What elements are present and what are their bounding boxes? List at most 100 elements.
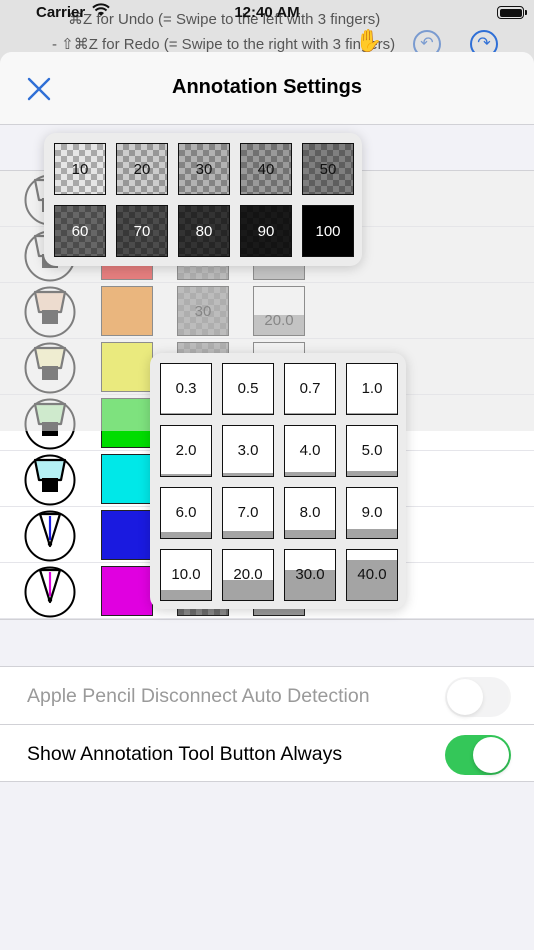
width-fill — [223, 580, 273, 600]
opacity-option-button[interactable]: 20 — [116, 143, 168, 195]
width-fill — [161, 413, 211, 414]
width-option-label: 8.0 — [299, 504, 321, 521]
width-option-button[interactable]: 2.0 — [160, 425, 212, 477]
opacity-option-label: 80 — [195, 222, 213, 240]
width-fill — [347, 413, 397, 414]
hand-icon: ✋ — [355, 28, 383, 53]
opacity-cell[interactable]: 30 — [177, 286, 229, 336]
width-option-label: 2.0 — [175, 442, 197, 459]
sheet-header: Annotation Settings — [0, 52, 534, 125]
color-swatch[interactable] — [101, 398, 153, 448]
opacity-option-label: 50 — [319, 160, 337, 178]
width-option-button[interactable]: 10.0 — [160, 549, 212, 601]
width-option-button[interactable]: 1.0 — [346, 363, 398, 415]
tool-row: 30 20.0 — [0, 283, 534, 339]
width-option-button[interactable]: 30.0 — [284, 549, 336, 601]
opacity-option-label: 70 — [133, 222, 151, 240]
opacity-option-label: 30 — [195, 160, 213, 178]
highlighter-icon[interactable] — [24, 398, 76, 450]
width-option-label: 20.0 — [233, 566, 263, 583]
line-width-popover: 0.3 0.5 0.7 1.0 2.0 3.0 4.0 5.0 6.0 7.0 8.0 9.0 10.0… — [150, 353, 406, 609]
width-option-label: 3.0 — [237, 442, 259, 459]
pencil-detection-switch[interactable] — [445, 677, 511, 717]
highlighter-icon[interactable] — [24, 454, 76, 506]
width-fill — [285, 472, 335, 476]
pen-icon[interactable] — [24, 510, 76, 562]
width-option-button[interactable]: 9.0 — [346, 487, 398, 539]
width-option-button[interactable]: 20.0 — [222, 549, 274, 601]
opacity-option-label: 90 — [257, 222, 275, 240]
sheet-title: Annotation Settings — [172, 76, 362, 98]
width-option-button[interactable]: 6.0 — [160, 487, 212, 539]
opacity-option-button[interactable]: 50 — [302, 143, 354, 195]
width-fill — [223, 413, 273, 414]
opacity-option-button[interactable]: 10 — [54, 143, 106, 195]
opacity-option-button[interactable]: 100 — [302, 205, 354, 257]
opacity-option-button[interactable]: 30 — [178, 143, 230, 195]
width-option-label: 40.0 — [357, 566, 387, 583]
width-option-label: 10.0 — [171, 566, 201, 583]
color-swatch[interactable] — [101, 510, 153, 560]
width-option-button[interactable]: 0.3 — [160, 363, 212, 415]
highlighter-icon[interactable] — [24, 286, 76, 338]
battery-icon — [497, 6, 527, 19]
width-fill — [161, 532, 211, 538]
color-swatch[interactable] — [101, 454, 153, 504]
toggle-row-pencil-detection: Apple Pencil Disconnect Auto Detection — [0, 667, 534, 724]
opacity-option-label: 10 — [71, 160, 89, 178]
toggle-row-show-tool-button: Show Annotation Tool Button Always — [0, 724, 534, 781]
width-option-label: 7.0 — [237, 504, 259, 521]
width-option-label: 0.7 — [299, 380, 321, 397]
width-option-label: 9.0 — [361, 504, 383, 521]
width-option-button[interactable]: 4.0 — [284, 425, 336, 477]
width-cell[interactable]: 20.0 — [253, 286, 305, 336]
opacity-option-label: 40 — [257, 160, 275, 178]
color-swatch[interactable] — [101, 342, 153, 392]
opacity-option-label: 100 — [315, 222, 341, 240]
pen-icon[interactable] — [24, 566, 76, 618]
redo-hint: - ⇧⌘Z for Redo (= Swipe to the right wit… — [52, 36, 396, 53]
width-fill — [161, 474, 211, 476]
color-swatch[interactable] — [101, 286, 153, 336]
opacity-option-button[interactable]: 40 — [240, 143, 292, 195]
opacity-option-button[interactable]: 60 — [54, 205, 106, 257]
pencil-detection-label: Apple Pencil Disconnect Auto Detection — [27, 685, 370, 707]
color-swatch[interactable] — [101, 566, 153, 616]
width-option-label: 0.5 — [237, 380, 259, 397]
width-value: 20.0 — [264, 312, 294, 329]
width-option-button[interactable]: 5.0 — [346, 425, 398, 477]
switch-knob — [473, 737, 509, 773]
width-fill — [223, 473, 273, 476]
opacity-option-button[interactable]: 90 — [240, 205, 292, 257]
width-option-label: 5.0 — [361, 442, 383, 459]
width-fill — [347, 471, 397, 476]
width-fill — [285, 413, 335, 414]
clock: 12:40 AM — [234, 4, 300, 21]
status-bar: Carrier 12:40 AM — [0, 0, 534, 26]
width-fill — [161, 590, 211, 600]
width-option-button[interactable]: 0.5 — [222, 363, 274, 415]
width-option-button[interactable]: 40.0 — [346, 549, 398, 601]
width-fill — [223, 531, 273, 538]
width-option-button[interactable]: 3.0 — [222, 425, 274, 477]
width-option-label: 6.0 — [175, 504, 197, 521]
width-fill — [285, 530, 335, 538]
opacity-value: 30 — [194, 302, 212, 320]
width-option-button[interactable]: 8.0 — [284, 487, 336, 539]
settings-toggle-list: Apple Pencil Disconnect Auto Detection S… — [0, 666, 534, 782]
show-tool-button-switch[interactable] — [445, 735, 511, 775]
opacity-option-button[interactable]: 70 — [116, 205, 168, 257]
width-option-label: 30.0 — [295, 566, 325, 583]
opacity-popover: 10 20 30 40 50 60 70 80 90 100 — [44, 133, 362, 266]
width-option-label: 4.0 — [299, 442, 321, 459]
width-fill — [347, 529, 397, 538]
width-option-button[interactable]: 0.7 — [284, 363, 336, 415]
switch-knob — [447, 679, 483, 715]
width-option-label: 0.3 — [175, 380, 197, 397]
opacity-option-label: 60 — [71, 222, 89, 240]
show-tool-button-label: Show Annotation Tool Button Always — [27, 743, 343, 765]
width-option-label: 1.0 — [361, 380, 383, 397]
width-option-button[interactable]: 7.0 — [222, 487, 274, 539]
highlighter-icon[interactable] — [24, 342, 76, 394]
opacity-option-button[interactable]: 80 — [178, 205, 230, 257]
